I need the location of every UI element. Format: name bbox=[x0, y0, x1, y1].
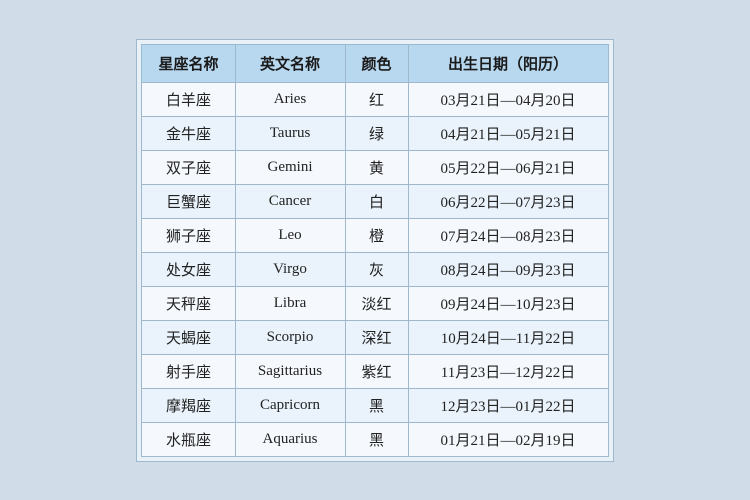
cell-chinese: 天秤座 bbox=[142, 286, 235, 320]
cell-dates: 11月23日—12月22日 bbox=[408, 354, 608, 388]
cell-english: Virgo bbox=[235, 252, 345, 286]
cell-english: Libra bbox=[235, 286, 345, 320]
cell-color: 白 bbox=[345, 184, 408, 218]
table-row: 水瓶座Aquarius黑01月21日—02月19日 bbox=[142, 422, 608, 456]
cell-chinese: 狮子座 bbox=[142, 218, 235, 252]
cell-dates: 10月24日—11月22日 bbox=[408, 320, 608, 354]
cell-english: Capricorn bbox=[235, 388, 345, 422]
cell-english: Taurus bbox=[235, 116, 345, 150]
table-row: 摩羯座Capricorn黑12月23日—01月22日 bbox=[142, 388, 608, 422]
table-row: 狮子座Leo橙07月24日—08月23日 bbox=[142, 218, 608, 252]
table-row: 射手座Sagittarius紫红11月23日—12月22日 bbox=[142, 354, 608, 388]
cell-chinese: 射手座 bbox=[142, 354, 235, 388]
cell-dates: 04月21日—05月21日 bbox=[408, 116, 608, 150]
header-english: 英文名称 bbox=[235, 44, 345, 82]
cell-chinese: 水瓶座 bbox=[142, 422, 235, 456]
cell-chinese: 白羊座 bbox=[142, 82, 235, 116]
cell-dates: 01月21日—02月19日 bbox=[408, 422, 608, 456]
cell-color: 淡红 bbox=[345, 286, 408, 320]
cell-chinese: 双子座 bbox=[142, 150, 235, 184]
cell-dates: 05月22日—06月21日 bbox=[408, 150, 608, 184]
cell-dates: 03月21日—04月20日 bbox=[408, 82, 608, 116]
cell-english: Aquarius bbox=[235, 422, 345, 456]
cell-color: 红 bbox=[345, 82, 408, 116]
cell-color: 黑 bbox=[345, 388, 408, 422]
cell-color: 紫红 bbox=[345, 354, 408, 388]
cell-english: Leo bbox=[235, 218, 345, 252]
table-row: 巨蟹座Cancer白06月22日—07月23日 bbox=[142, 184, 608, 218]
header-chinese: 星座名称 bbox=[142, 44, 235, 82]
zodiac-table-container: 星座名称 英文名称 颜色 出生日期（阳历） 白羊座Aries红03月21日—04… bbox=[136, 39, 613, 462]
cell-color: 绿 bbox=[345, 116, 408, 150]
cell-color: 黑 bbox=[345, 422, 408, 456]
header-date: 出生日期（阳历） bbox=[408, 44, 608, 82]
table-row: 双子座Gemini黄05月22日—06月21日 bbox=[142, 150, 608, 184]
cell-chinese: 摩羯座 bbox=[142, 388, 235, 422]
cell-dates: 06月22日—07月23日 bbox=[408, 184, 608, 218]
cell-dates: 09月24日—10月23日 bbox=[408, 286, 608, 320]
cell-color: 灰 bbox=[345, 252, 408, 286]
cell-english: Cancer bbox=[235, 184, 345, 218]
cell-chinese: 天蝎座 bbox=[142, 320, 235, 354]
cell-dates: 08月24日—09月23日 bbox=[408, 252, 608, 286]
cell-english: Sagittarius bbox=[235, 354, 345, 388]
table-row: 处女座Virgo灰08月24日—09月23日 bbox=[142, 252, 608, 286]
table-header-row: 星座名称 英文名称 颜色 出生日期（阳历） bbox=[142, 44, 608, 82]
table-row: 白羊座Aries红03月21日—04月20日 bbox=[142, 82, 608, 116]
cell-chinese: 处女座 bbox=[142, 252, 235, 286]
cell-color: 深红 bbox=[345, 320, 408, 354]
zodiac-table: 星座名称 英文名称 颜色 出生日期（阳历） 白羊座Aries红03月21日—04… bbox=[141, 44, 608, 457]
header-color: 颜色 bbox=[345, 44, 408, 82]
cell-english: Scorpio bbox=[235, 320, 345, 354]
cell-chinese: 金牛座 bbox=[142, 116, 235, 150]
cell-chinese: 巨蟹座 bbox=[142, 184, 235, 218]
cell-english: Aries bbox=[235, 82, 345, 116]
cell-english: Gemini bbox=[235, 150, 345, 184]
cell-color: 橙 bbox=[345, 218, 408, 252]
cell-dates: 07月24日—08月23日 bbox=[408, 218, 608, 252]
cell-dates: 12月23日—01月22日 bbox=[408, 388, 608, 422]
cell-color: 黄 bbox=[345, 150, 408, 184]
table-row: 金牛座Taurus绿04月21日—05月21日 bbox=[142, 116, 608, 150]
table-row: 天蝎座Scorpio深红10月24日—11月22日 bbox=[142, 320, 608, 354]
table-row: 天秤座Libra淡红09月24日—10月23日 bbox=[142, 286, 608, 320]
